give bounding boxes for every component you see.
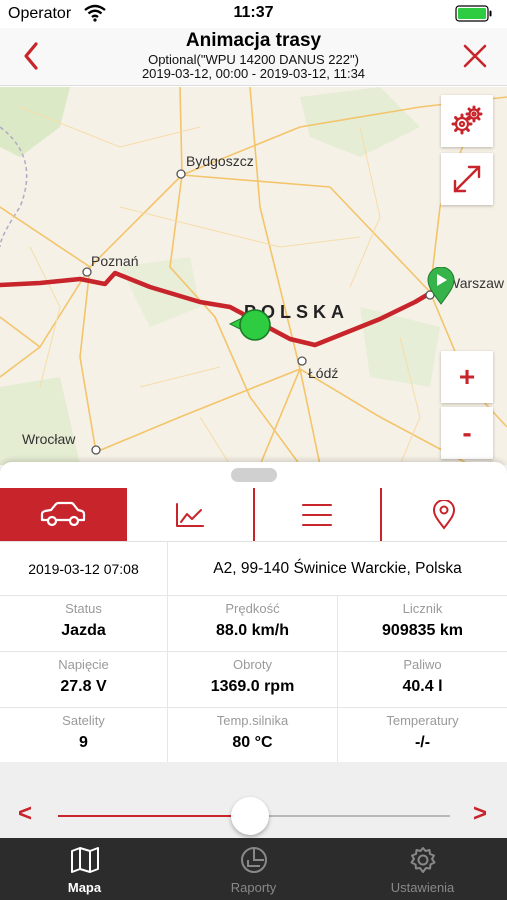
stat-temperatures: Temperatury -/- — [338, 708, 507, 764]
tabbar-item-settings[interactable]: Ustawienia — [338, 838, 507, 900]
zoom-out-button[interactable]: - — [441, 407, 493, 459]
zoom-in-button[interactable]: + — [441, 351, 493, 403]
bottom-tab-bar: Mapa Raporty Ustawienia — [0, 838, 507, 900]
location-pin-icon — [433, 499, 456, 530]
stat-engine-temp: Temp.silnika 80 °C — [168, 708, 338, 764]
details-sheet: 2019-03-12 07:08 A2, 99-140 Świnice Warc… — [0, 462, 507, 838]
current-position-marker[interactable] — [228, 309, 274, 343]
fullscreen-button[interactable] — [441, 153, 493, 205]
stat-voltage: Napięcie 27.8 V — [0, 652, 168, 708]
page-title: Animacja trasy — [185, 30, 322, 51]
tabbar-label-settings: Ustawienia — [390, 880, 455, 895]
tabbar-label-map: Mapa — [67, 880, 102, 895]
start-pin-icon[interactable] — [427, 267, 455, 305]
chart-icon — [175, 502, 204, 527]
position-info-row: 2019-03-12 07:08 A2, 99-140 Świnice Warc… — [0, 542, 507, 596]
tabbar-item-map[interactable]: Mapa — [0, 838, 169, 900]
details-tabs — [0, 488, 507, 542]
city-label-wroclaw: Wrocław — [22, 431, 76, 447]
reports-icon — [240, 847, 267, 873]
list-icon — [302, 503, 333, 526]
stat-speed: Prędkość 88.0 km/h — [168, 596, 338, 652]
close-button[interactable] — [461, 41, 489, 71]
route-map[interactable]: Bydgoszcz Poznań POLSKA Łódź Wrocław War… — [0, 87, 507, 465]
tab-list[interactable] — [255, 488, 382, 541]
tab-vehicle[interactable] — [0, 488, 128, 541]
nav-header: Animacja trasy Optional("WPU 14200 DANUS… — [0, 28, 507, 86]
step-forward-button[interactable]: > — [473, 800, 487, 828]
tab-chart[interactable] — [127, 488, 255, 541]
stat-status: Status Jazda — [0, 596, 168, 652]
position-address: A2, 99-140 Świnice Warckie, Polska — [213, 559, 462, 577]
status-bar: Operator 11:37 — [0, 0, 507, 28]
map-icon — [70, 847, 99, 873]
stat-odometer: Licznik 909835 km — [338, 596, 507, 652]
car-icon — [40, 501, 85, 526]
clock: 11:37 — [233, 4, 274, 21]
gears-icon — [451, 105, 483, 135]
tabbar-label-reports: Raporty — [230, 880, 277, 895]
expand-icon — [453, 165, 481, 193]
playback-controls: < > — [0, 762, 507, 838]
city-label-bydgoszcz: Bydgoszcz — [186, 153, 254, 169]
playback-progress — [58, 815, 251, 817]
city-label-poznan: Poznań — [91, 253, 139, 269]
playback-slider-thumb[interactable] — [231, 797, 270, 835]
tab-location[interactable] — [382, 488, 507, 541]
tabbar-item-reports[interactable]: Raporty — [169, 838, 338, 900]
sheet-drag-handle[interactable] — [231, 468, 277, 482]
date-range: 2019-03-12, 00:00 - 2019-03-12, 11:34 — [141, 66, 366, 81]
vehicle-name: Optional("WPU 14200 DANUS 222") — [148, 52, 359, 67]
stat-fuel: Paliwo 40.4 l — [338, 652, 507, 708]
stats-grid: Status Jazda Prędkość 88.0 km/h Licznik 909… — [0, 596, 507, 764]
city-label-warszawa: Warszaw — [447, 275, 505, 291]
stat-rpm: Obroty 1369.0 rpm — [168, 652, 338, 708]
battery-icon — [455, 5, 492, 22]
stat-satellites: Satelity 9 — [0, 708, 168, 764]
step-back-button[interactable]: < — [18, 800, 32, 828]
gear-icon — [410, 847, 435, 873]
settings-gears-button[interactable] — [441, 95, 493, 147]
city-label-lodz: Łódź — [308, 365, 339, 381]
position-timestamp: 2019-03-12 07:08 — [0, 542, 168, 595]
